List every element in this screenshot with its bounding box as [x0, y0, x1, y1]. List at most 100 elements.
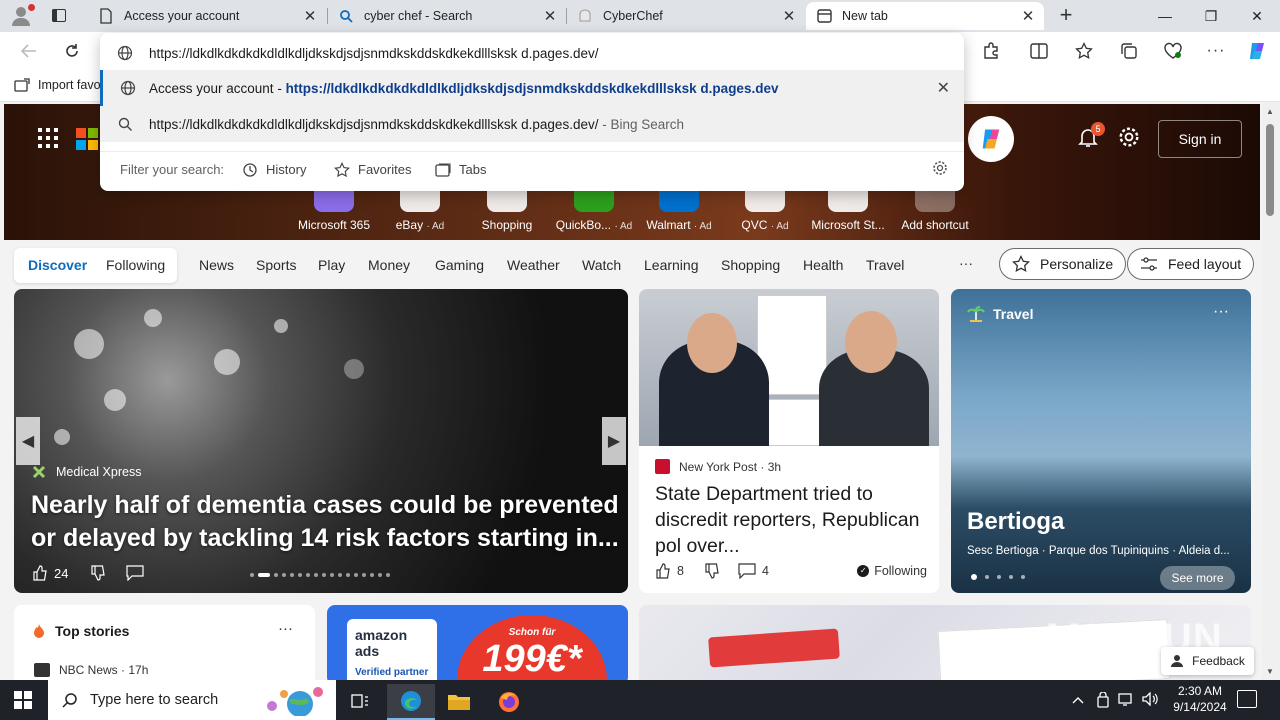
close-window-button[interactable]: ✕ [1234, 0, 1280, 32]
travel-card[interactable]: Travel ··· Bertioga Sesc Bertioga · Parq… [951, 289, 1251, 593]
nav-news[interactable]: News [199, 257, 234, 273]
advertisement-card[interactable]: amazon ads Verified partner Schon für 19… [327, 605, 628, 680]
task-view-icon[interactable] [336, 684, 384, 720]
quick-link-ad: · Ad [426, 221, 445, 232]
nav-more-button[interactable]: ··· [959, 255, 973, 271]
suggestion-bing-search[interactable]: https://ldkdlkdkdkdkdldlkdljdkskdjsdjsnm… [100, 106, 964, 142]
quick-link-quickbooks[interactable]: QuickBo... · Ad [549, 184, 639, 232]
like-count: 24 [54, 565, 69, 581]
quick-link-microsoft-store[interactable]: Microsoft St... [803, 184, 893, 232]
carousel-next-button[interactable]: ▶ [602, 417, 626, 465]
taskbar-search-box[interactable]: Type here to search [48, 680, 336, 720]
browser-essentials-icon[interactable] [1162, 40, 1184, 62]
following-button[interactable]: ✓ Following [857, 564, 927, 578]
settings-more-icon[interactable]: ··· [1205, 40, 1227, 62]
tab-cyberchef[interactable]: CyberChef ✕ [567, 2, 805, 30]
filter-favorites-button[interactable]: Favorites [334, 161, 411, 178]
tab-actions-icon[interactable] [48, 6, 70, 26]
app-launcher-icon[interactable] [38, 128, 58, 148]
scrollbar-thumb[interactable] [1266, 124, 1274, 216]
featured-story-card[interactable]: ◀ ▶ Medical Xpress Nearly half of dement… [14, 289, 628, 593]
collections-icon[interactable] [1118, 40, 1140, 62]
split-screen-icon[interactable] [1028, 40, 1050, 62]
import-favorites-button[interactable]: Import favo [14, 78, 101, 92]
volume-speaker-icon[interactable] [1142, 691, 1160, 709]
firefox-icon[interactable] [485, 684, 533, 720]
ad-price-circle: Schon für 199€* [457, 615, 607, 680]
back-arrow-icon[interactable] [18, 40, 40, 62]
sign-in-button[interactable]: Sign in [1158, 120, 1242, 158]
action-center-notification-icon[interactable] [1237, 690, 1257, 708]
scroll-down-arrow-icon[interactable]: ▼ [1266, 667, 1274, 676]
nav-play[interactable]: Play [318, 257, 345, 273]
copilot-button[interactable] [968, 116, 1014, 162]
favorites-star-icon[interactable] [1073, 40, 1095, 62]
filter-tabs-button[interactable]: Tabs [435, 162, 486, 177]
profile-avatar-icon[interactable] [8, 4, 35, 28]
tab-discover[interactable]: Discover [28, 257, 87, 273]
windows-taskbar: Type here to search 2:30 AM 9/14/2024 [0, 680, 1280, 720]
nav-travel[interactable]: Travel [866, 257, 904, 273]
minimize-button[interactable]: — [1142, 0, 1188, 32]
nav-learning[interactable]: Learning [644, 257, 699, 273]
filter-history-label: History [266, 162, 307, 177]
page-settings-gear-icon[interactable] [1118, 126, 1140, 151]
copilot-icon [982, 129, 1000, 149]
edge-taskbar-icon[interactable] [387, 684, 435, 720]
story-headline[interactable]: Nearly half of dementia cases could be p… [31, 489, 621, 555]
quick-link-walmart[interactable]: Walmart · Ad [634, 184, 724, 232]
story-headline[interactable]: State Department tried to discredit repo… [655, 481, 929, 559]
tab-close-icon[interactable]: ✕ [302, 7, 318, 25]
quick-link-shopping[interactable]: Shopping [462, 184, 552, 232]
nav-sports[interactable]: Sports [256, 257, 296, 273]
news-story-card[interactable]: New York Post · 3h State Department trie… [639, 289, 939, 593]
search-settings-gear-icon[interactable] [932, 160, 948, 179]
add-shortcut-button[interactable]: Add shortcut [890, 184, 980, 232]
nav-gaming[interactable]: Gaming [435, 257, 484, 273]
filter-history-button[interactable]: History [242, 162, 306, 178]
tray-overflow-chevron-icon[interactable] [1072, 692, 1084, 708]
nav-weather[interactable]: Weather [507, 257, 560, 273]
travel-more-options-button[interactable]: ··· [1213, 303, 1229, 321]
carousel-prev-button[interactable]: ◀ [16, 417, 40, 465]
travel-heading: Travel [993, 306, 1034, 322]
network-vpn-icon[interactable] [1096, 691, 1110, 711]
scroll-up-arrow-icon[interactable]: ▲ [1266, 107, 1274, 116]
tab-access-your-account[interactable]: Access your account ✕ [88, 2, 326, 30]
see-more-button[interactable]: See more [1160, 566, 1235, 590]
tab-strip: Access your account ✕ cyber chef - Searc… [0, 0, 1280, 32]
nav-watch[interactable]: Watch [582, 257, 621, 273]
maximize-button[interactable]: ❐ [1188, 0, 1234, 32]
suggestion-access-your-account[interactable]: Access your account - https://ldkdlkdkdk… [100, 70, 964, 106]
feedback-button[interactable]: Feedback [1161, 647, 1254, 675]
extensions-icon[interactable] [980, 40, 1002, 62]
tab-close-icon[interactable]: ✕ [542, 7, 558, 25]
nav-shopping[interactable]: Shopping [721, 257, 780, 273]
address-input[interactable]: https://ldkdlkdkdkdkdldlkdljdkskdjsdjsnm… [100, 35, 964, 71]
top-stories-card: Top stories ··· NBC News · 17h [14, 605, 315, 680]
globe-icon [116, 44, 134, 62]
tab-close-icon[interactable]: ✕ [781, 7, 797, 25]
tab-following[interactable]: Following [106, 257, 165, 273]
windows-start-icon[interactable] [14, 691, 32, 709]
file-explorer-icon[interactable] [435, 684, 483, 720]
tab-new-tab[interactable]: New tab ✕ [806, 2, 1044, 30]
new-tab-button[interactable]: + [1055, 4, 1077, 27]
tab-cyber-chef-search[interactable]: cyber chef - Search ✕ [328, 2, 566, 30]
personalize-button[interactable]: Personalize [999, 248, 1127, 280]
quick-link-microsoft-365[interactable]: Microsoft 365 [289, 184, 379, 232]
refresh-icon[interactable] [61, 40, 83, 62]
copilot-icon[interactable] [1246, 40, 1268, 62]
notifications-bell-icon[interactable]: 5 [1077, 122, 1105, 152]
system-clock[interactable]: 2:30 AM 9/14/2024 [1160, 683, 1240, 715]
quick-link-qvc[interactable]: QVC · Ad [720, 184, 810, 232]
page-scrollbar[interactable]: ▲ ▼ [1262, 102, 1280, 680]
remove-suggestion-close-icon[interactable]: ✕ [937, 78, 950, 98]
network-icon[interactable] [1118, 692, 1136, 709]
nav-health[interactable]: Health [803, 257, 843, 273]
tab-close-icon[interactable]: ✕ [1020, 7, 1036, 25]
quick-link-ebay[interactable]: eBay · Ad [375, 184, 465, 232]
feed-layout-button[interactable]: Feed layout [1127, 248, 1255, 280]
nav-money[interactable]: Money [368, 257, 410, 273]
top-stories-more-button[interactable]: ··· [278, 620, 293, 637]
